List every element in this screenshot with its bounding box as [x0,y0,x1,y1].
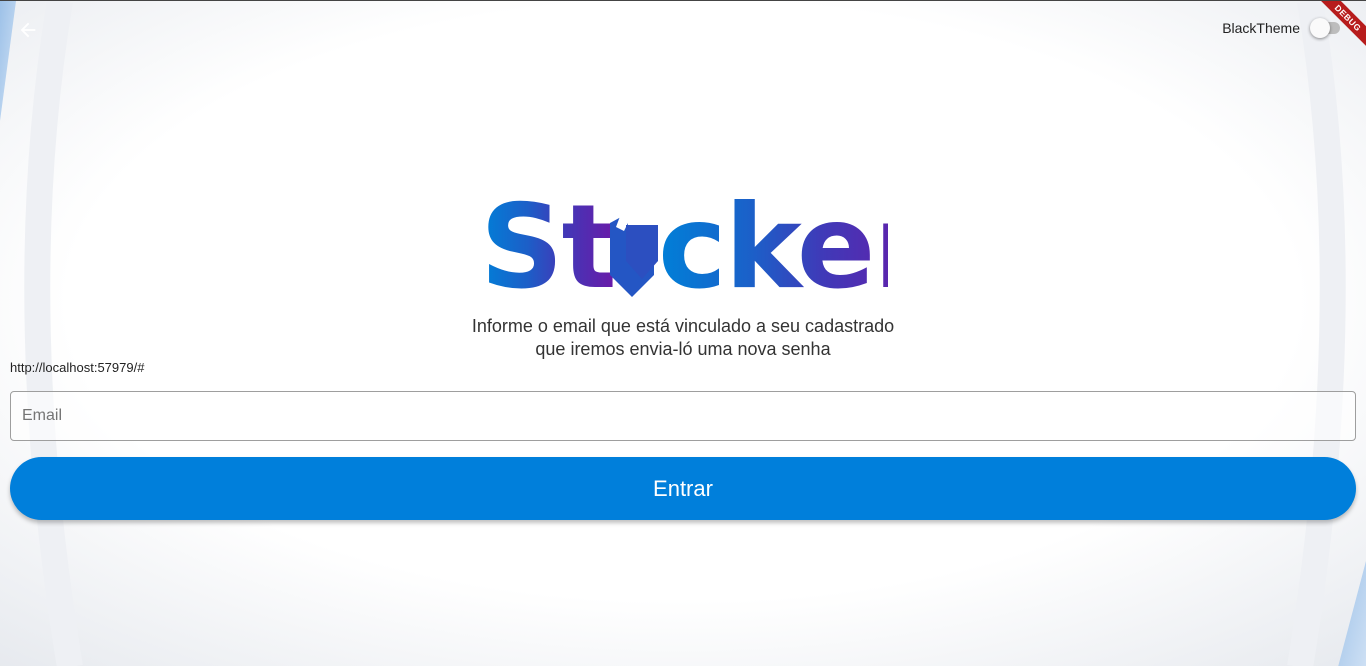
submit-button[interactable]: Entrar [10,457,1356,520]
debug-banner-label: DEBUG [1314,1,1366,52]
instruction-line-1: Informe o email que está vinculado a seu… [471,316,895,336]
arrow-left-icon [20,22,36,38]
logo-text-prefix: St [480,187,615,301]
instruction-line-2: que iremos envia-ló uma nova senha [535,339,831,359]
forgot-password-page: BlackTheme DEBUG St cker Informe o email… [0,0,1366,666]
url-label: http://localhost:57979/# [10,360,145,375]
instruction-text: Informe o email que está vinculado a seu… [0,315,1366,361]
theme-toggle-label: BlackTheme [1222,20,1300,36]
stocker-logo: St cker [480,187,888,301]
debug-banner: DEBUG [1306,1,1366,61]
email-field[interactable] [10,391,1356,441]
logo-text-suffix: cker [658,187,888,301]
back-button[interactable] [12,15,44,45]
